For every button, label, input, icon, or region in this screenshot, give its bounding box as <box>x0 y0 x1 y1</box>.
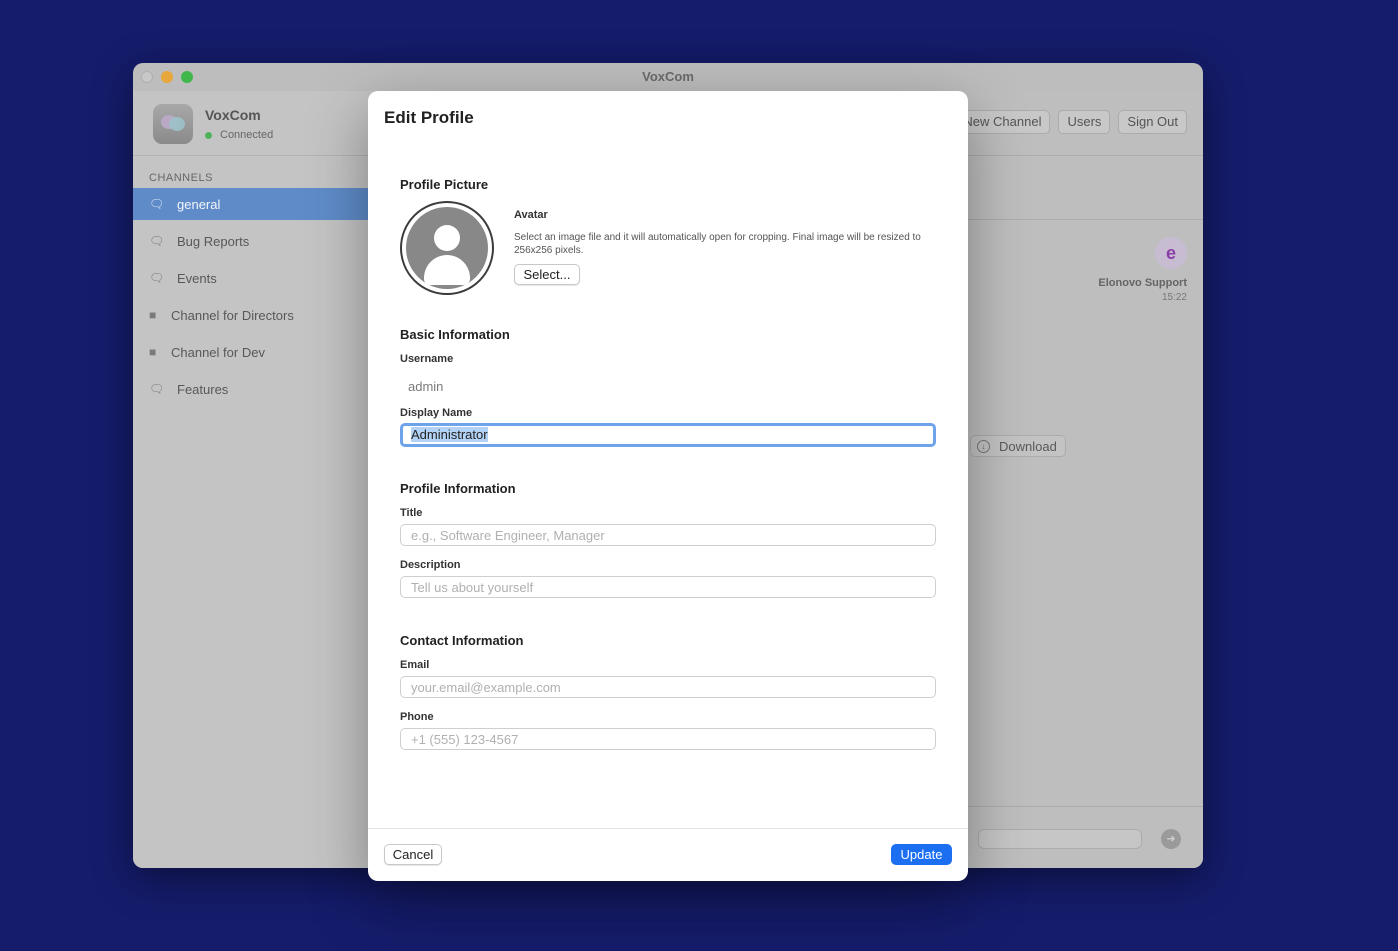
username-value: admin <box>408 379 444 394</box>
dialog-footer-divider <box>368 828 968 829</box>
profile-information-section-title: Profile Information <box>400 481 516 496</box>
dialog-title: Edit Profile <box>384 108 474 127</box>
minimize-window-button[interactable] <box>161 71 173 83</box>
chat-bubbles-icon: 🗨 <box>149 234 165 248</box>
edit-profile-dialog: Edit Profile Profile Picture Avatar Sele… <box>368 91 968 881</box>
support-avatar: e <box>1155 237 1187 269</box>
send-icon[interactable]: ➜ <box>1161 829 1181 849</box>
download-label: Download <box>999 438 1057 454</box>
download-button[interactable]: ↓ Download <box>970 435 1066 457</box>
maximize-window-button[interactable] <box>181 71 193 83</box>
lock-icon: ■ <box>149 308 157 322</box>
sidebar-item-events[interactable]: 🗨 Events <box>133 262 378 294</box>
title-field[interactable] <box>400 524 936 546</box>
channels-section-label: CHANNELS <box>149 172 213 184</box>
avatar-label: Avatar <box>514 209 548 221</box>
connection-status: Connected <box>205 129 273 141</box>
description-field[interactable] <box>400 576 936 598</box>
email-label: Email <box>400 659 430 671</box>
app-header: VoxCom Connected <box>153 104 273 144</box>
app-logo-icon <box>153 104 193 144</box>
description-label: Description <box>400 559 461 571</box>
status-dot-icon <box>205 131 212 139</box>
sidebar-item-features[interactable]: 🗨 Features <box>133 373 378 405</box>
window-controls <box>141 71 193 83</box>
default-avatar-icon <box>406 207 488 289</box>
cancel-button[interactable]: Cancel <box>384 844 442 865</box>
sidebar: VoxCom Connected CHANNELS 🗨 general 🗨 Bu… <box>133 91 378 868</box>
header-toolbar: New Channel Users Sign Out <box>954 110 1187 134</box>
title-bar: VoxCom <box>133 63 1203 91</box>
connection-status-label: Connected <box>220 129 274 141</box>
close-window-button[interactable] <box>141 71 153 83</box>
title-label: Title <box>400 507 423 519</box>
display-name-label: Display Name <box>400 407 473 419</box>
sidebar-item-channel-for-directors[interactable]: ■ Channel for Directors <box>133 299 378 331</box>
message-input[interactable] <box>978 829 1142 849</box>
download-icon: ↓ <box>977 439 990 453</box>
chat-bubbles-icon: 🗨 <box>149 382 165 396</box>
display-name-field[interactable]: Administrator <box>400 423 936 447</box>
lock-icon: ■ <box>149 345 157 359</box>
basic-information-section-title: Basic Information <box>400 327 510 342</box>
email-field[interactable] <box>400 676 936 698</box>
sidebar-item-label: Bug Reports <box>177 233 250 249</box>
sidebar-item-label: Features <box>177 381 229 397</box>
sign-out-button[interactable]: Sign Out <box>1118 110 1187 134</box>
chat-bubbles-icon: 🗨 <box>149 197 165 211</box>
sidebar-item-general[interactable]: 🗨 general <box>133 188 378 220</box>
sidebar-item-channel-for-dev[interactable]: ■ Channel for Dev <box>133 336 378 368</box>
phone-label: Phone <box>400 711 434 723</box>
display-name-value: Administrator <box>411 427 488 442</box>
sidebar-item-label: Channel for Dev <box>171 344 265 360</box>
message-timestamp: 15:22 <box>1161 292 1187 303</box>
app-name: VoxCom <box>205 107 261 123</box>
update-button[interactable]: Update <box>891 844 952 865</box>
chat-bubbles-icon: 🗨 <box>149 271 165 285</box>
avatar-help-text: Select an image file and it will automat… <box>514 232 921 256</box>
select-avatar-button[interactable]: Select... <box>514 264 580 285</box>
contact-information-section-title: Contact Information <box>400 633 524 648</box>
avatar-preview <box>400 201 494 295</box>
phone-field[interactable] <box>400 728 936 750</box>
message-author: Elonovo Support <box>1098 277 1187 289</box>
username-label: Username <box>400 353 454 365</box>
profile-picture-section-title: Profile Picture <box>400 177 489 192</box>
window-title: VoxCom <box>642 69 694 84</box>
sidebar-item-bug-reports[interactable]: 🗨 Bug Reports <box>133 225 378 257</box>
sidebar-item-label: Channel for Directors <box>171 307 294 323</box>
sidebar-item-label: general <box>177 196 221 212</box>
users-button[interactable]: Users <box>1058 110 1111 134</box>
sidebar-divider <box>133 155 378 156</box>
new-channel-button[interactable]: New Channel <box>954 110 1051 134</box>
sidebar-item-label: Events <box>177 270 217 286</box>
